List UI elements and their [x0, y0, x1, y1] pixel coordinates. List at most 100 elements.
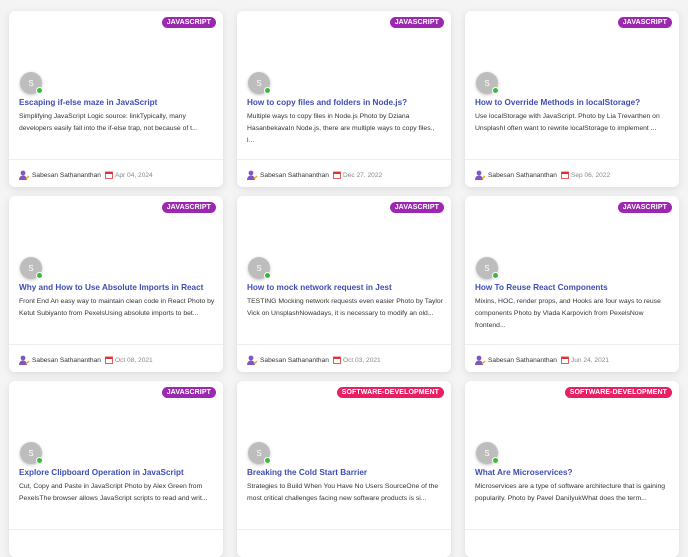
article-card[interactable]: JAVASCRIPT S How to mock network request…: [237, 196, 451, 372]
online-status-icon: [36, 272, 43, 279]
divider: [465, 159, 679, 160]
publish-date: Oct 08, 2021: [114, 356, 153, 364]
calendar-icon: [333, 356, 341, 364]
avatar: S: [20, 442, 43, 464]
online-status-icon: [492, 87, 499, 94]
avatar: S: [476, 72, 499, 94]
article-title[interactable]: Escaping if-else maze in JavaScript: [19, 98, 215, 107]
article-footer: Sabesan Sathananthan Jun 24, 2021: [475, 355, 609, 365]
avatar: S: [476, 442, 499, 464]
category-badge[interactable]: SOFTWARE-DEVELOPMENT: [336, 387, 444, 398]
publish-date: Apr 04, 2024: [114, 171, 153, 179]
online-status-icon: [492, 272, 499, 279]
author-name[interactable]: Sabesan Sathananthan: [260, 357, 329, 364]
article-title[interactable]: Why and How to Use Absolute Imports in R…: [19, 283, 215, 292]
divider: [237, 344, 451, 345]
article-description: Microservices are a type of software arc…: [475, 483, 666, 502]
avatar: S: [476, 257, 499, 279]
author-icon: [475, 355, 486, 365]
avatar-initial: S: [484, 263, 490, 273]
article-title[interactable]: Breaking the Cold Start Barrier: [247, 468, 443, 477]
author-icon: [475, 170, 486, 180]
avatar: S: [20, 257, 43, 279]
divider: [9, 529, 223, 530]
avatar-initial: S: [256, 78, 262, 88]
divider: [237, 159, 451, 160]
article-card[interactable]: JAVASCRIPT S How to copy files and folde…: [237, 11, 451, 187]
article-grid: JAVASCRIPT S Escaping if-else maze in Ja…: [9, 11, 679, 557]
article-title[interactable]: How to copy files and folders in Node.js…: [247, 98, 443, 107]
avatar-initial: S: [256, 263, 262, 273]
avatar: S: [248, 442, 271, 464]
article-footer: Sabesan Sathananthan Oct 03, 2021: [247, 355, 381, 365]
article-footer: Sabesan Sathananthan Oct 08, 2021: [19, 355, 153, 365]
avatar: S: [248, 72, 271, 94]
author-name[interactable]: Sabesan Sathananthan: [32, 172, 101, 179]
publish-date: Dec 27, 2022: [342, 171, 383, 179]
article-title[interactable]: How to Override Methods in localStorage?: [475, 98, 671, 107]
article-footer: Sabesan Sathananthan Dec 27, 2022: [247, 170, 382, 180]
author-name[interactable]: Sabesan Sathananthan: [488, 357, 557, 364]
online-status-icon: [36, 87, 43, 94]
article-description: Cut, Copy and Paste in JavaScript Photo …: [19, 483, 208, 502]
article-card[interactable]: JAVASCRIPT S Why and How to Use Absolute…: [9, 196, 223, 372]
online-status-icon: [264, 272, 271, 279]
divider: [465, 529, 679, 530]
online-status-icon: [492, 457, 499, 464]
category-badge[interactable]: JAVASCRIPT: [617, 17, 672, 28]
calendar-icon: [561, 171, 569, 179]
category-badge[interactable]: JAVASCRIPT: [161, 202, 216, 213]
article-description: Simplifying JavaScript Logic source: lin…: [19, 113, 198, 132]
article-description: Front End An easy way to maintain clean …: [19, 298, 215, 317]
author-icon: [19, 355, 30, 365]
calendar-icon: [105, 171, 113, 179]
author-icon: [19, 170, 30, 180]
article-description: Use localStorage with JavaScript. Photo …: [475, 113, 660, 132]
article-card[interactable]: JAVASCRIPT S Explore Clipboard Operation…: [9, 381, 223, 557]
category-badge[interactable]: JAVASCRIPT: [389, 17, 444, 28]
publish-date: Jun 24, 2021: [570, 356, 610, 364]
avatar-initial: S: [484, 78, 490, 88]
article-title[interactable]: How To Reuse React Components: [475, 283, 671, 292]
calendar-icon: [333, 171, 341, 179]
divider: [465, 344, 679, 345]
avatar: S: [248, 257, 271, 279]
article-description: Strategies to Build When You Have No Use…: [247, 483, 439, 502]
avatar-initial: S: [28, 263, 34, 273]
author-icon: [247, 355, 258, 365]
article-card[interactable]: JAVASCRIPT S How To Reuse React Componen…: [465, 196, 679, 372]
avatar-initial: S: [28, 78, 34, 88]
category-badge[interactable]: JAVASCRIPT: [389, 202, 444, 213]
divider: [237, 529, 451, 530]
article-title[interactable]: What Are Microservices?: [475, 468, 671, 477]
divider: [9, 344, 223, 345]
article-title[interactable]: How to mock network request in Jest: [247, 283, 443, 292]
article-card[interactable]: SOFTWARE-DEVELOPMENT S What Are Microser…: [465, 381, 679, 557]
article-footer: Sabesan Sathananthan Apr 04, 2024: [19, 170, 153, 180]
category-badge[interactable]: JAVASCRIPT: [161, 387, 216, 398]
article-description: Mixins, HOC, render props, and Hooks are…: [475, 298, 661, 329]
divider: [9, 159, 223, 160]
article-card[interactable]: JAVASCRIPT S How to Override Methods in …: [465, 11, 679, 187]
calendar-icon: [105, 356, 113, 364]
article-title[interactable]: Explore Clipboard Operation in JavaScrip…: [19, 468, 215, 477]
article-card[interactable]: JAVASCRIPT S Escaping if-else maze in Ja…: [9, 11, 223, 187]
calendar-icon: [561, 356, 569, 364]
article-card[interactable]: SOFTWARE-DEVELOPMENT S Breaking the Cold…: [237, 381, 451, 557]
avatar: S: [20, 72, 43, 94]
article-footer: Sabesan Sathananthan Sep 06, 2022: [475, 170, 610, 180]
publish-date: Sep 06, 2022: [570, 171, 611, 179]
online-status-icon: [264, 457, 271, 464]
author-name[interactable]: Sabesan Sathananthan: [32, 357, 101, 364]
online-status-icon: [36, 457, 43, 464]
avatar-initial: S: [28, 448, 34, 458]
publish-date: Oct 03, 2021: [342, 356, 381, 364]
article-description: Multiple ways to copy files in Node.js P…: [247, 113, 435, 144]
author-name[interactable]: Sabesan Sathananthan: [260, 172, 329, 179]
category-badge[interactable]: SOFTWARE-DEVELOPMENT: [564, 387, 672, 398]
category-badge[interactable]: JAVASCRIPT: [617, 202, 672, 213]
author-name[interactable]: Sabesan Sathananthan: [488, 172, 557, 179]
category-badge[interactable]: JAVASCRIPT: [161, 17, 216, 28]
avatar-initial: S: [484, 448, 490, 458]
online-status-icon: [264, 87, 271, 94]
